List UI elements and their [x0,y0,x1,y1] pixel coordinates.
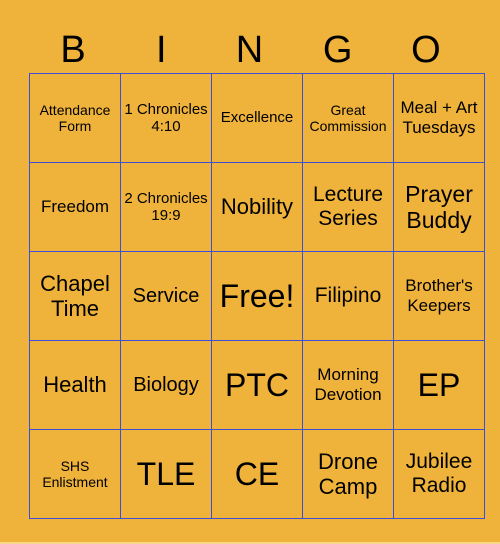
bingo-cell[interactable]: 2 Chronicles 19:9 [120,162,212,252]
bingo-row: Health Biology PTC Morning Devotion EP [29,340,485,430]
bingo-row: Attendance Form 1 Chronicles 4:10 Excell… [29,73,485,163]
bingo-cell[interactable]: PTC [211,340,303,430]
bingo-cell[interactable]: SHS Enlistment [29,429,121,519]
bingo-cell[interactable]: TLE [120,429,212,519]
bingo-cell[interactable]: Drone Camp [302,429,394,519]
bingo-row: Freedom 2 Chronicles 19:9 Nobility Lectu… [29,162,485,252]
header-letter-b: B [60,29,86,71]
bingo-cell[interactable]: Chapel Time [29,251,121,341]
bingo-cell[interactable]: Meal + Art Tuesdays [393,73,485,163]
bingo-cell[interactable]: Great Commission [302,73,394,163]
bingo-row: SHS Enlistment TLE CE Drone Camp Jubilee… [29,429,485,519]
bingo-cell[interactable]: Brother's Keepers [393,251,485,341]
bingo-header: B I N G O [29,28,470,72]
bingo-cell[interactable]: Biology [120,340,212,430]
bingo-cell[interactable]: Service [120,251,212,341]
header-letter-o: O [411,29,441,71]
bingo-cell[interactable]: Excellence [211,73,303,163]
bingo-cell[interactable]: Prayer Buddy [393,162,485,252]
header-letter-n: N [235,29,264,71]
bingo-cell[interactable]: Filipino [302,251,394,341]
bingo-cell[interactable]: Lecture Series [302,162,394,252]
bingo-card: Attendance Form 1 Chronicles 4:10 Excell… [29,73,485,519]
header-letter-g: G [322,29,353,71]
bingo-cell[interactable]: Attendance Form [29,73,121,163]
bingo-cell[interactable]: Jubilee Radio [393,429,485,519]
bingo-cell[interactable]: CE [211,429,303,519]
bingo-cell[interactable]: Morning Devotion [302,340,394,430]
bingo-cell[interactable]: 1 Chronicles 4:10 [120,73,212,163]
bingo-cell[interactable]: Nobility [211,162,303,252]
bingo-cell[interactable]: Freedom [29,162,121,252]
bingo-row: Chapel Time Service Free! Filipino Broth… [29,251,485,341]
header-letter-i: I [156,29,167,71]
bingo-cell[interactable]: Health [29,340,121,430]
bingo-cell[interactable]: EP [393,340,485,430]
free-space[interactable]: Free! [211,251,303,341]
